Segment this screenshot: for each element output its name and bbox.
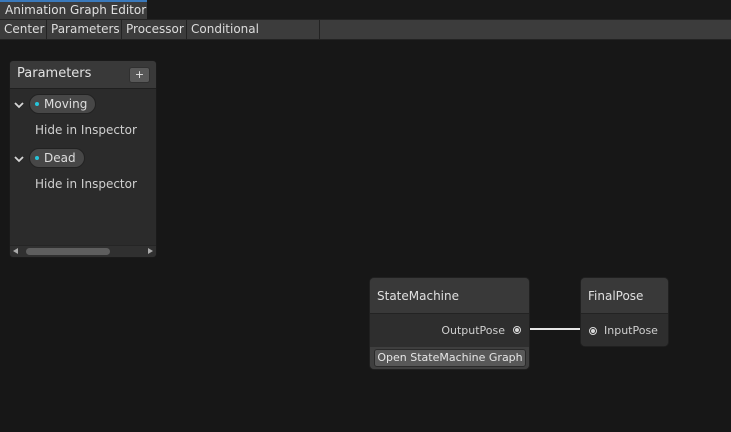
statemachine-node[interactable]: StateMachine OutputPose Open StateMachin… [369, 277, 530, 370]
parameters-blackboard[interactable]: Parameters + Moving Hide in Inspector De… [9, 60, 157, 258]
node-ports: InputPose [581, 314, 668, 346]
graph-toolbar: Center Parameters Processor Conditional … [0, 19, 731, 55]
hide-in-inspector-label[interactable]: Hide in Inspector [35, 177, 137, 191]
parameter-row-moving: Moving [10, 94, 156, 116]
parameter-name: Dead [44, 151, 76, 165]
parameter-row-dead: Dead [10, 148, 156, 170]
hide-in-inspector-label[interactable]: Hide in Inspector [35, 123, 137, 137]
node-ports: OutputPose [370, 314, 529, 347]
input-port-label: InputPose [604, 324, 658, 337]
parameter-pill-moving[interactable]: Moving [29, 94, 97, 114]
window-tab[interactable]: Animation Graph Editor [0, 0, 147, 19]
open-statemachine-graph-button[interactable]: Open StateMachine Graph [374, 349, 526, 367]
parameters-button[interactable]: Parameters [47, 20, 122, 39]
finalpose-node[interactable]: FinalPose InputPose [580, 277, 669, 347]
scroll-left-icon[interactable] [13, 248, 18, 254]
parameter-dot-icon [35, 102, 39, 106]
output-port-label: OutputPose [441, 324, 505, 337]
scroll-right-icon[interactable] [148, 248, 153, 254]
output-port-icon[interactable] [513, 326, 521, 334]
parameter-dot-icon [35, 156, 39, 160]
chevron-down-icon[interactable] [14, 100, 24, 110]
window-titlebar: Animation Graph Editor [0, 0, 731, 19]
center-button[interactable]: Center [0, 20, 47, 39]
scrollbar-thumb[interactable] [26, 248, 110, 255]
processor-button[interactable]: Processor [122, 20, 187, 39]
blackboard-header: Parameters + [10, 61, 156, 89]
node-title: StateMachine [370, 278, 529, 314]
node-title: FinalPose [581, 278, 668, 314]
horizontal-scrollbar[interactable] [10, 245, 156, 257]
parameter-name: Moving [44, 97, 88, 111]
input-port-icon[interactable] [589, 327, 597, 335]
conditional-processor-button[interactable]: Conditional Processor [187, 20, 320, 55]
node-extension: Open StateMachine Graph [370, 347, 529, 369]
blackboard-title: Parameters [17, 66, 92, 81]
add-parameter-button[interactable]: + [129, 67, 150, 83]
parameter-pill-dead[interactable]: Dead [29, 148, 85, 168]
connection-edge[interactable] [521, 328, 585, 330]
chevron-down-icon[interactable] [14, 154, 24, 164]
